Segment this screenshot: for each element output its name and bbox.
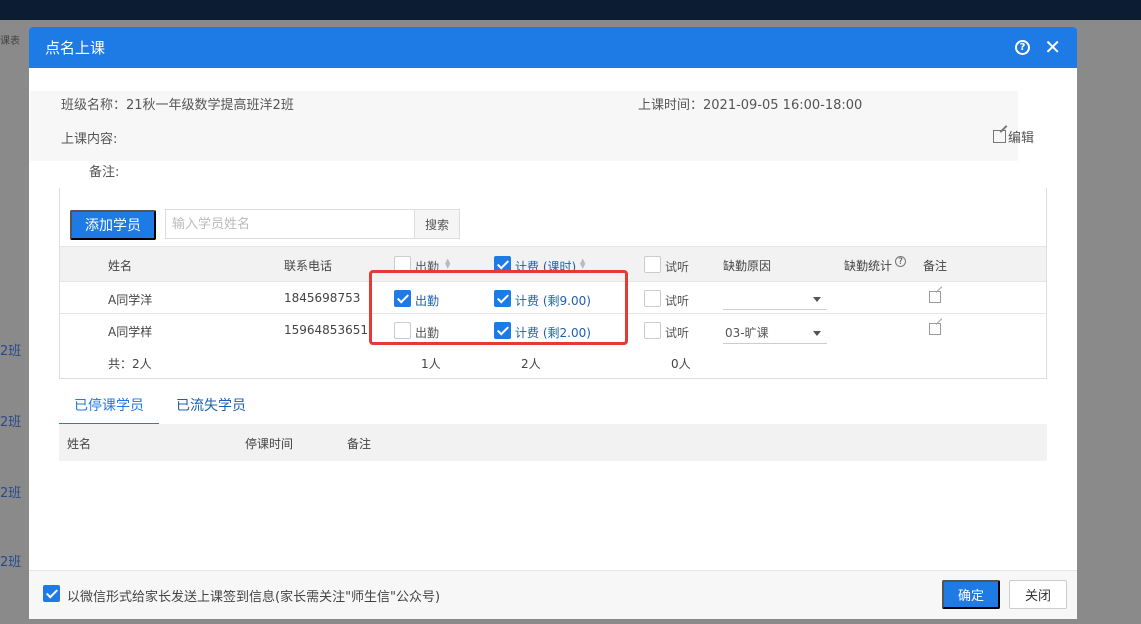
header-trial-checkbox[interactable]	[644, 256, 661, 273]
row-name: A同学洋	[108, 293, 153, 307]
question-circle-icon[interactable]: ?	[895, 256, 906, 267]
background-class-link[interactable]: 2班	[0, 411, 21, 430]
close-button[interactable]: 关闭	[1009, 580, 1067, 609]
remark-label: 备注:	[89, 165, 120, 180]
sub-header-remark: 备注	[347, 437, 372, 451]
edit-icon[interactable]	[929, 291, 941, 303]
summary-fee: 2人	[521, 357, 541, 371]
dialog-header: 点名上课 ? ✕	[29, 27, 1077, 68]
class-time-text: 上课时间：2021-09-05 16:00-18:00	[638, 98, 863, 113]
wechat-notify-checkbox[interactable]	[43, 585, 60, 602]
background-class-link[interactable]: 2班	[0, 551, 21, 570]
question-circle-icon[interactable]: ?	[1015, 40, 1030, 55]
search-button[interactable]: 搜索	[414, 209, 460, 239]
summary-trial: 0人	[671, 357, 691, 371]
background-breadcrumb: 课表	[0, 36, 20, 47]
chevron-down-icon	[813, 297, 821, 302]
chevron-down-icon	[813, 331, 821, 336]
row-trial-label: 试听	[665, 294, 690, 308]
confirm-button[interactable]: 确定	[942, 580, 1000, 609]
edit-icon	[993, 130, 1006, 143]
row-phone: 1845698753	[284, 291, 361, 305]
sort-icon[interactable]: ▲ ▼	[445, 258, 450, 270]
header-absence-stats: 缺勤统计	[844, 259, 893, 273]
header-trial-label: 试听	[665, 260, 690, 274]
sort-icon[interactable]: ▲ ▼	[580, 258, 585, 270]
header-phone: 联系电话	[284, 259, 333, 273]
edit-label: 编辑	[1008, 131, 1035, 146]
lesson-content-label: 上课内容:	[61, 132, 118, 147]
header-remark: 备注	[923, 259, 948, 273]
suspended-table-header	[59, 424, 1047, 461]
tab-lost-students[interactable]: 已流失学员	[162, 395, 260, 425]
edit-button[interactable]: 编辑	[993, 127, 1034, 146]
sub-header-time: 停课时间	[245, 437, 294, 451]
header-absence-reason: 缺勤原因	[723, 259, 772, 273]
close-icon[interactable]: ✕	[1044, 35, 1061, 59]
background-class-link[interactable]: 2班	[0, 340, 21, 359]
summary-attend: 1人	[421, 357, 441, 371]
row-name: A同学样	[108, 325, 153, 339]
sub-header-name: 姓名	[67, 437, 92, 451]
app-top-bar	[0, 0, 1141, 20]
background-class-link[interactable]: 2班	[0, 482, 21, 501]
add-student-button[interactable]: 添加学员	[70, 210, 156, 240]
row-trial-label: 试听	[665, 326, 690, 340]
row-trial-checkbox[interactable]	[644, 322, 661, 339]
summary-total: 共：2人	[108, 357, 152, 371]
absence-reason-select[interactable]	[723, 286, 827, 310]
wechat-notify-label: 以微信形式给家长发送上课签到信息(家长需关注"师生信"公众号)	[67, 590, 441, 605]
class-name-text: 班级名称：21秋一年级数学提高班洋2班	[61, 98, 294, 113]
header-name: 姓名	[108, 259, 133, 273]
row-trial-checkbox[interactable]	[644, 290, 661, 307]
dialog-title: 点名上课	[45, 39, 106, 57]
absence-reason-value: 03-旷课	[725, 326, 769, 340]
row-phone: 15964853651	[284, 323, 368, 337]
tab-suspended-students[interactable]: 已停课学员	[59, 395, 159, 425]
highlight-annotation-box	[369, 270, 628, 345]
student-search-input[interactable]	[165, 209, 415, 239]
absence-reason-select[interactable]: 03-旷课	[723, 320, 827, 344]
edit-icon[interactable]	[929, 323, 941, 335]
